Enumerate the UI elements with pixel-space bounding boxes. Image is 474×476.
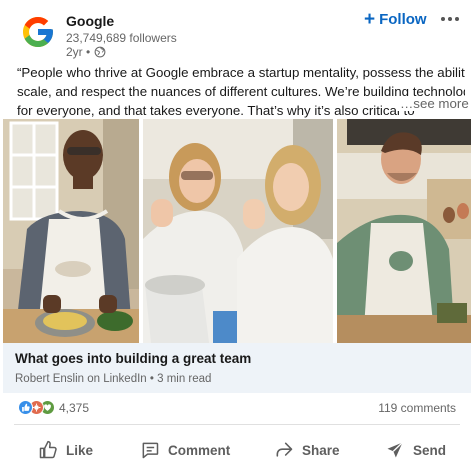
photo-women-tasting[interactable] [143, 119, 333, 343]
ellipsis-dot-icon [455, 17, 459, 21]
share-icon [276, 442, 293, 457]
like-label: Like [66, 442, 94, 458]
send-label: Send [413, 442, 447, 458]
like-button[interactable]: Like [38, 430, 93, 470]
see-more-button[interactable]: …see more [396, 96, 469, 111]
comment-icon [142, 442, 159, 459]
globe-icon [94, 46, 106, 58]
plus-icon: + [364, 9, 376, 30]
article-link-preview[interactable]: What goes into building a great team Rob… [3, 343, 471, 393]
post-actions-bar: Like Comment Share Send [0, 430, 474, 470]
post-age: 2yr • [66, 45, 91, 59]
linkedin-post-card: Google 23,749,689 followers 2yr • + Foll… [0, 0, 474, 476]
followers-count: 23,749,689 followers [66, 31, 177, 45]
org-name-link[interactable]: Google [66, 13, 114, 29]
post-text: “People who thrive at Google embrace a s… [17, 63, 465, 120]
google-logo-icon[interactable] [20, 14, 56, 50]
post-header: Google 23,749,689 followers 2yr • + Foll… [0, 0, 474, 64]
ellipsis-dot-icon [448, 17, 452, 21]
divider [14, 424, 460, 425]
post-meta: 2yr • [66, 45, 106, 59]
comment-label: Comment [168, 442, 231, 458]
ellipsis-dot-icon [441, 17, 445, 21]
social-counts: 4,375 119 comments [0, 397, 474, 419]
send-button[interactable]: Send [385, 430, 446, 470]
like-icon [18, 400, 33, 415]
like-thumb-icon [39, 440, 57, 459]
post-text-line: “People who thrive at Google embrace a s… [17, 65, 465, 80]
article-source: Robert Enslin on LinkedIn • 3 min read [15, 373, 212, 385]
comments-count-link[interactable]: 119 comments [378, 401, 456, 415]
article-title: What goes into building a great team [15, 351, 252, 366]
follow-label: Follow [379, 11, 427, 28]
more-options-button[interactable] [436, 8, 464, 30]
reaction-count: 4,375 [59, 400, 90, 415]
share-button[interactable]: Share [274, 430, 340, 470]
reactions-summary[interactable]: 4,375 [18, 400, 89, 415]
comment-button[interactable]: Comment [140, 430, 230, 470]
follow-button[interactable]: + Follow [364, 10, 427, 29]
photo-man-cooking[interactable] [3, 119, 139, 343]
send-icon [387, 442, 403, 458]
photo-collage [3, 119, 471, 343]
photo-man-smiling[interactable] [337, 119, 471, 343]
share-label: Share [302, 442, 340, 458]
